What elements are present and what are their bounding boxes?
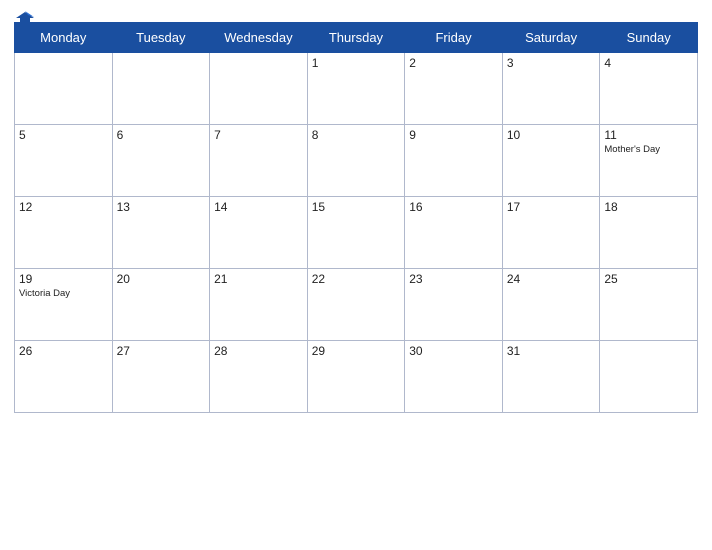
calendar-cell: 29 <box>307 341 405 413</box>
day-number: 9 <box>409 128 498 142</box>
calendar-cell <box>600 341 698 413</box>
calendar-cell: 21 <box>210 269 308 341</box>
logo-container <box>14 10 34 26</box>
calendar-cell: 22 <box>307 269 405 341</box>
calendar-cell: 31 <box>502 341 600 413</box>
weekday-header-saturday: Saturday <box>502 23 600 53</box>
day-number: 6 <box>117 128 206 142</box>
day-number: 31 <box>507 344 596 358</box>
calendar-cell: 15 <box>307 197 405 269</box>
weekday-header-tuesday: Tuesday <box>112 23 210 53</box>
calendar-cell: 5 <box>15 125 113 197</box>
calendar-header <box>14 10 698 18</box>
calendar-tbody: 1234567891011Mother's Day121314151617181… <box>15 53 698 413</box>
calendar-week-row: 26 27 28 29 30 31 <box>15 341 698 413</box>
calendar-cell: 25 <box>600 269 698 341</box>
calendar-cell: 11 Mother's Day <box>600 125 698 197</box>
logo-bird-icon <box>16 10 34 26</box>
day-number: 12 <box>19 200 108 214</box>
calendar-cell: 12 <box>15 197 113 269</box>
calendar-week-row: 56789 10 11 Mother's Day <box>15 125 698 197</box>
weekday-header-monday: Monday <box>15 23 113 53</box>
day-number: 14 <box>214 200 303 214</box>
day-number: 27 <box>117 344 206 358</box>
calendar-cell: 14 <box>210 197 308 269</box>
calendar-cell: 28 <box>210 341 308 413</box>
weekday-header-thursday: Thursday <box>307 23 405 53</box>
calendar-cell: 17 <box>502 197 600 269</box>
day-number: 29 <box>312 344 401 358</box>
day-number: 19 <box>19 272 108 286</box>
calendar-cell: 10 <box>502 125 600 197</box>
day-number: 2 <box>409 56 498 70</box>
calendar-cell: 16 <box>405 197 503 269</box>
calendar-cell <box>210 53 308 125</box>
calendar-cell: 20 <box>112 269 210 341</box>
day-number: 5 <box>19 128 108 142</box>
calendar-week-row: 1234 <box>15 53 698 125</box>
calendar-wrapper: MondayTuesdayWednesdayThursdayFridaySatu… <box>0 0 712 550</box>
day-number: 30 <box>409 344 498 358</box>
day-number: 23 <box>409 272 498 286</box>
day-number: 26 <box>19 344 108 358</box>
day-number: 16 <box>409 200 498 214</box>
day-number: 21 <box>214 272 303 286</box>
weekday-header-sunday: Sunday <box>600 23 698 53</box>
weekday-header-wednesday: Wednesday <box>210 23 308 53</box>
logo-block <box>14 10 34 26</box>
calendar-week-row: 19 Victoria Day 20 21 22 23 24 25 <box>15 269 698 341</box>
day-number: 1 <box>312 56 401 70</box>
day-number: 20 <box>117 272 206 286</box>
day-number: 28 <box>214 344 303 358</box>
calendar-cell: 4 <box>600 53 698 125</box>
holiday-label: Mother's Day <box>604 144 693 155</box>
day-number: 25 <box>604 272 693 286</box>
day-number: 15 <box>312 200 401 214</box>
calendar-cell: 23 <box>405 269 503 341</box>
calendar-cell: 27 <box>112 341 210 413</box>
day-number: 17 <box>507 200 596 214</box>
day-number: 18 <box>604 200 693 214</box>
day-number: 7 <box>214 128 303 142</box>
calendar-cell: 19 Victoria Day <box>15 269 113 341</box>
calendar-cell: 30 <box>405 341 503 413</box>
holiday-label: Victoria Day <box>19 288 108 299</box>
calendar-cell: 24 <box>502 269 600 341</box>
day-number: 4 <box>604 56 693 70</box>
calendar-cell: 2 <box>405 53 503 125</box>
day-number: 11 <box>604 128 693 142</box>
calendar-cell: 7 <box>210 125 308 197</box>
logo-area <box>14 10 34 26</box>
calendar-thead: MondayTuesdayWednesdayThursdayFridaySatu… <box>15 23 698 53</box>
calendar-cell <box>15 53 113 125</box>
calendar-cell: 18 <box>600 197 698 269</box>
day-number: 10 <box>507 128 596 142</box>
day-number: 24 <box>507 272 596 286</box>
day-number: 22 <box>312 272 401 286</box>
calendar-cell: 26 <box>15 341 113 413</box>
day-number: 3 <box>507 56 596 70</box>
calendar-cell: 8 <box>307 125 405 197</box>
calendar-cell: 9 <box>405 125 503 197</box>
day-number: 13 <box>117 200 206 214</box>
calendar-cell: 13 <box>112 197 210 269</box>
calendar-cell: 6 <box>112 125 210 197</box>
calendar-table: MondayTuesdayWednesdayThursdayFridaySatu… <box>14 22 698 413</box>
calendar-week-row: 12 13 14 15 16 17 18 <box>15 197 698 269</box>
weekday-header-friday: Friday <box>405 23 503 53</box>
calendar-cell: 1 <box>307 53 405 125</box>
weekday-header-row: MondayTuesdayWednesdayThursdayFridaySatu… <box>15 23 698 53</box>
calendar-cell <box>112 53 210 125</box>
calendar-cell: 3 <box>502 53 600 125</box>
day-number: 8 <box>312 128 401 142</box>
